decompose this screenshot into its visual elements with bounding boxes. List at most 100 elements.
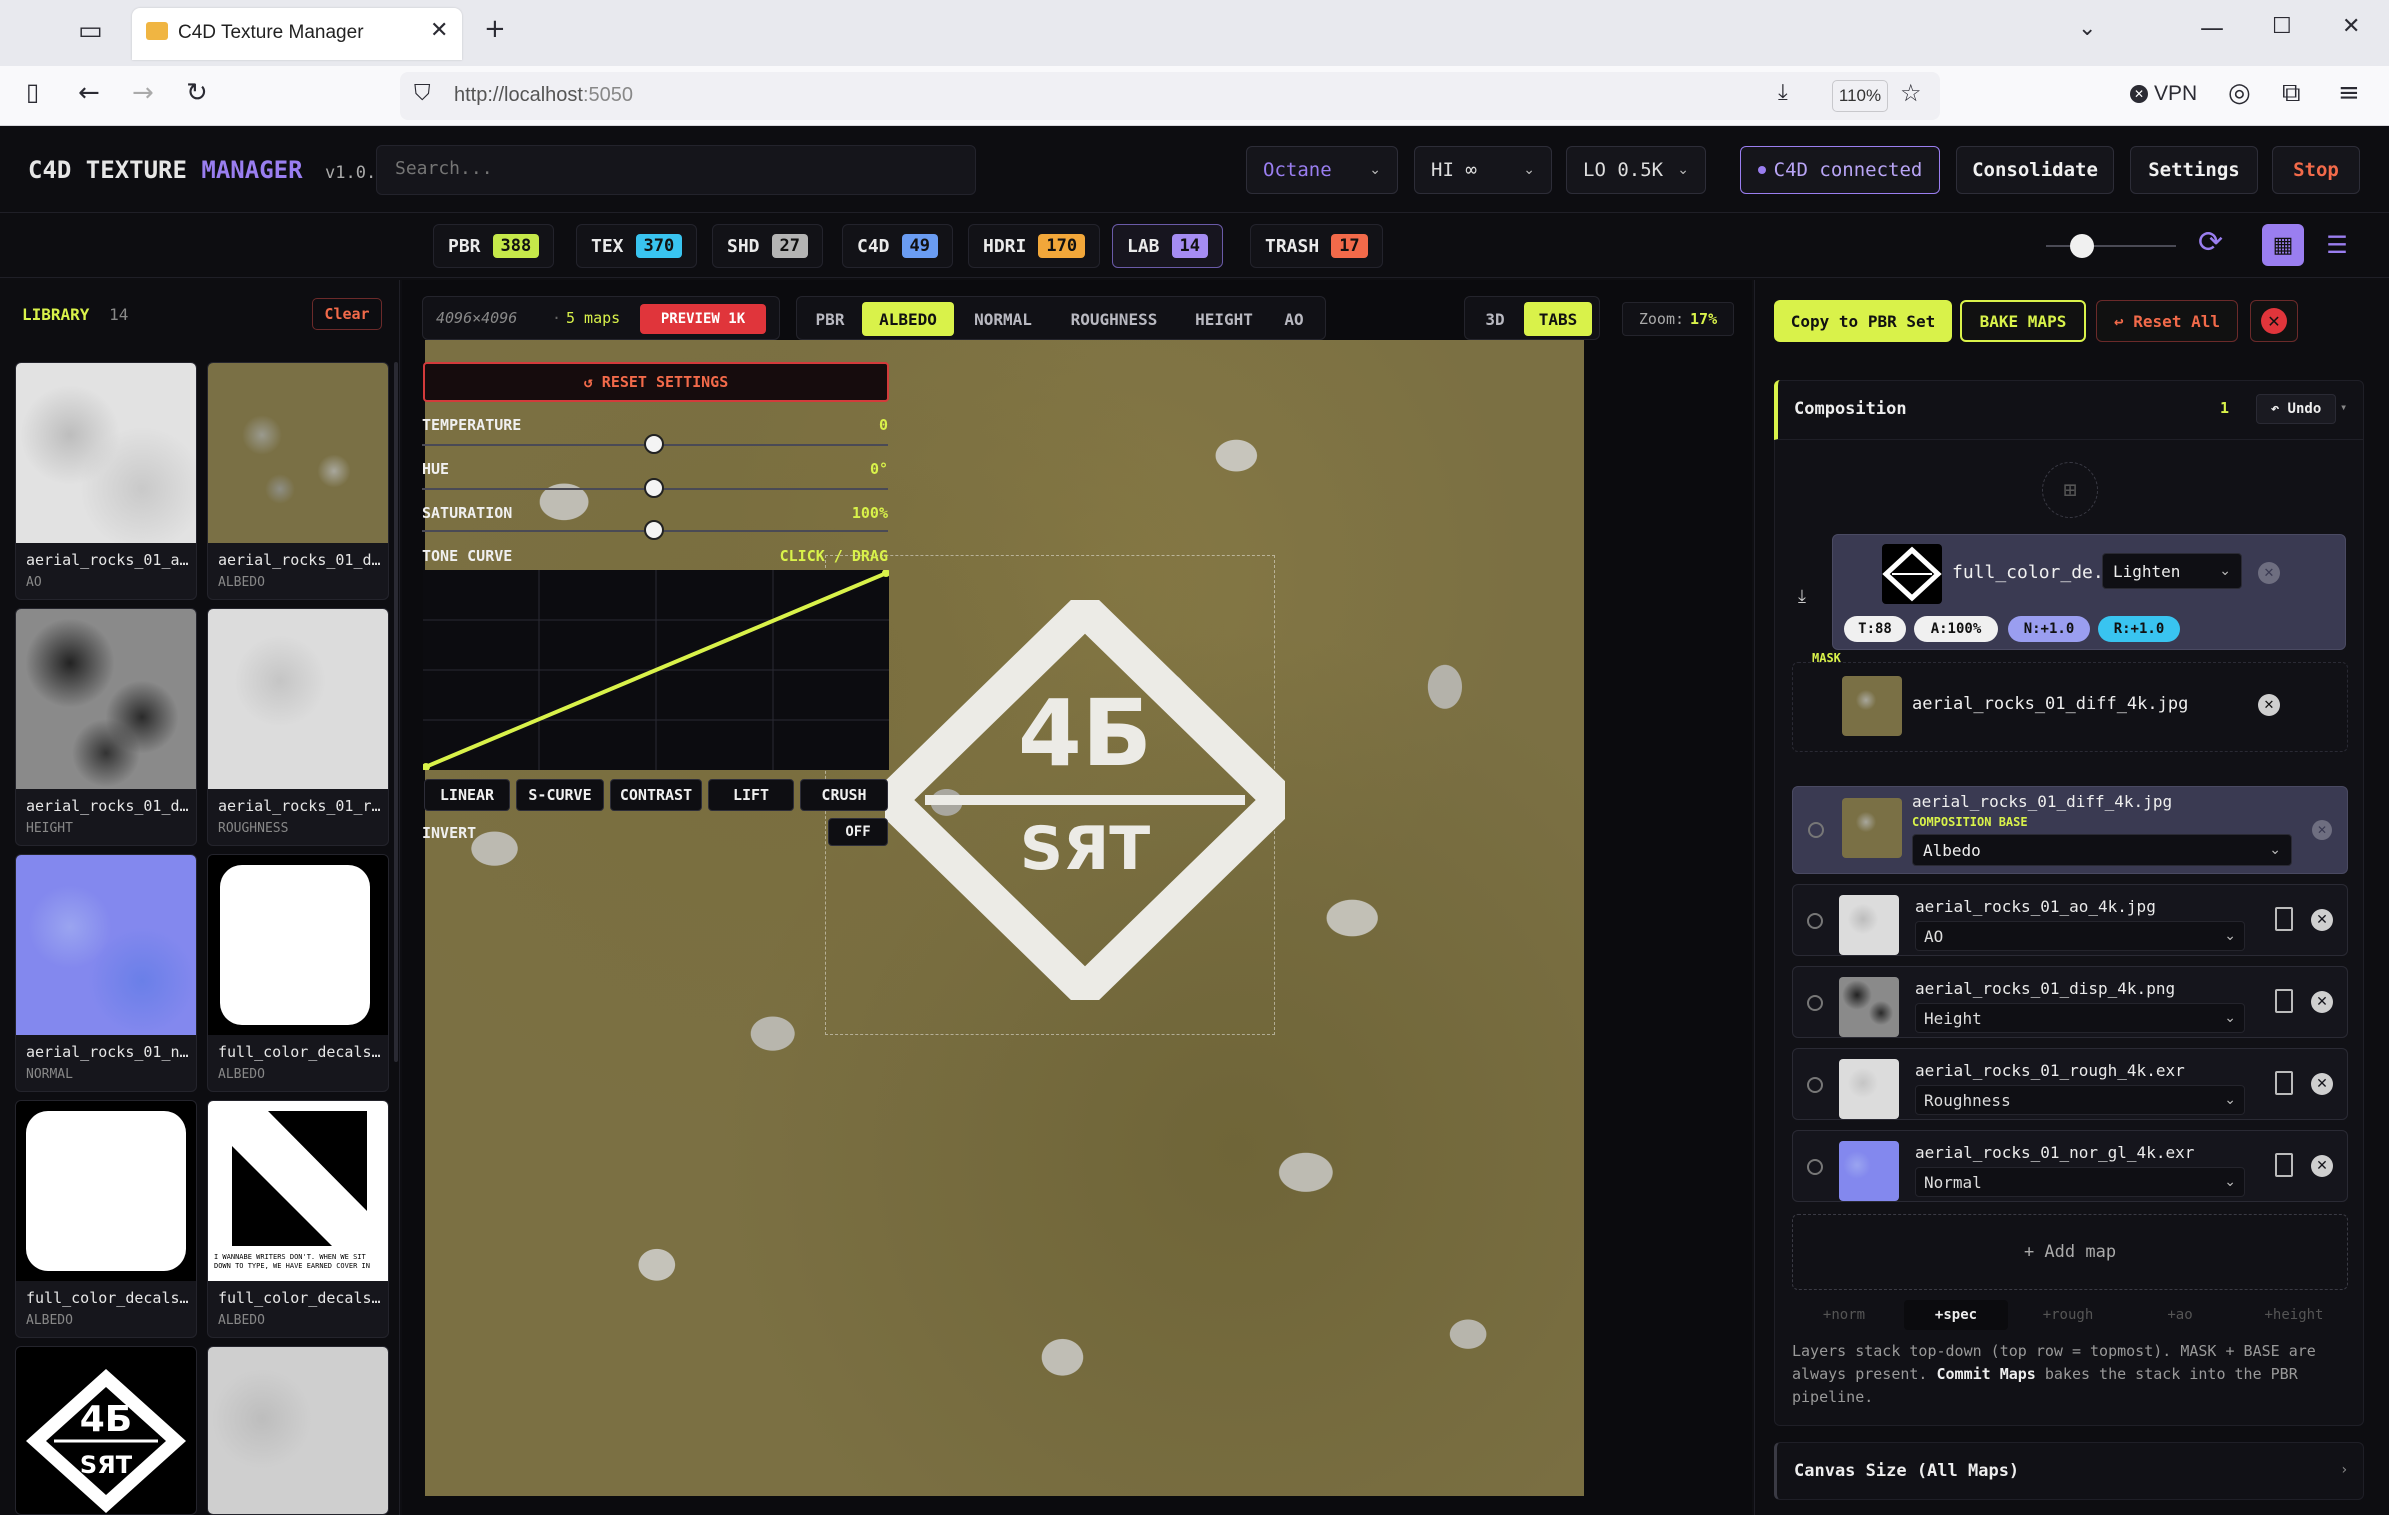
chevron-right-icon[interactable]: › xyxy=(2340,1462,2348,1478)
reset-all-button[interactable]: ↩ Reset All xyxy=(2096,300,2238,342)
tab-height-channel[interactable]: HEIGHT xyxy=(1184,302,1264,336)
clear-button[interactable]: Clear xyxy=(312,298,382,330)
layer-type-select[interactable]: Roughness ⌄ xyxy=(1915,1085,2245,1115)
reload-icon[interactable]: ↻ xyxy=(186,80,208,106)
list-item[interactable]: aerial_rocks_01_r... ROUGHNESS xyxy=(207,608,389,846)
thumb-size-slider[interactable] xyxy=(2046,245,2176,247)
map-layer-row[interactable]: aerial_rocks_01_rough_4k.exr Roughness ⌄ … xyxy=(1792,1048,2348,1120)
layer-type-select[interactable]: AO ⌄ xyxy=(1915,921,2245,951)
refresh-icon[interactable]: ⟳ xyxy=(2198,228,2223,258)
slider-knob[interactable] xyxy=(2070,234,2094,258)
hi-res-select[interactable]: HI ∞ ⌄ xyxy=(1414,146,1552,194)
list-item[interactable]: full_color_decals... ALBEDO xyxy=(15,1100,197,1338)
sidebar-icon[interactable]: ▯ xyxy=(26,80,39,104)
chevron-down-icon[interactable]: ⌄ xyxy=(2078,18,2096,40)
download-icon[interactable]: ⤓ xyxy=(1778,82,1788,104)
duplicate-icon[interactable] xyxy=(2275,1153,2293,1177)
map-layer-row[interactable]: aerial_rocks_01_nor_gl_4k.exr Normal ⌄ ✕ xyxy=(1792,1130,2348,1202)
list-item[interactable]: I WANNABE WRITERS DON'T. WHEN WE SIT DOW… xyxy=(207,1100,389,1338)
preset-linear-button[interactable]: LINEAR xyxy=(424,779,510,811)
remove-layer-icon[interactable]: ✕ xyxy=(2311,1155,2333,1177)
star-icon[interactable]: ☆ xyxy=(1900,81,1922,105)
library-scrollbar[interactable] xyxy=(394,362,398,1062)
list-item[interactable] xyxy=(207,1346,389,1515)
list-item[interactable]: aerial_rocks_01_d... ALBEDO xyxy=(207,362,389,600)
search-input[interactable] xyxy=(395,158,955,179)
alpha-pill[interactable]: A:100% xyxy=(1914,616,1998,642)
reset-settings-button[interactable]: ↺ RESET SETTINGS xyxy=(423,362,889,402)
add-height-chip[interactable]: +height xyxy=(2240,1300,2348,1330)
texture-canvas[interactable]: 4Б SЯT xyxy=(425,340,1584,1496)
remove-layer-icon[interactable]: ✕ xyxy=(2258,562,2280,584)
account-icon[interactable]: ◎ xyxy=(2228,80,2251,106)
tone-curve-editor[interactable] xyxy=(423,570,889,770)
preview-1k-button[interactable]: PREVIEW 1K xyxy=(640,304,766,334)
view-3d-button[interactable]: 3D xyxy=(1472,302,1518,336)
base-type-select[interactable]: Albedo ⌄ xyxy=(1912,834,2292,866)
close-panel-button[interactable]: ✕ xyxy=(2250,300,2298,342)
tab-list-icon[interactable]: ▭ xyxy=(78,18,103,44)
tab-c4d[interactable]: C4D 49 xyxy=(842,224,953,268)
new-tab-icon[interactable]: + xyxy=(484,16,506,42)
saturation-knob[interactable] xyxy=(644,520,664,540)
zoom-level[interactable]: 110% xyxy=(1832,80,1888,112)
list-item[interactable]: full_color_decals... ALBEDO xyxy=(207,854,389,1092)
search-box[interactable] xyxy=(376,145,976,195)
list-view-icon[interactable]: ☰ xyxy=(2316,224,2358,266)
duplicate-icon[interactable] xyxy=(2275,989,2293,1013)
duplicate-icon[interactable] xyxy=(2275,907,2293,931)
tab-trash[interactable]: TRASH 17 xyxy=(1250,224,1383,268)
transparency-pill[interactable]: T:88 xyxy=(1844,616,1906,642)
duplicate-icon[interactable] xyxy=(2275,1071,2293,1095)
tab-albedo-channel[interactable]: ALBEDO xyxy=(862,302,954,336)
window-close-icon[interactable]: ✕ xyxy=(2342,16,2360,38)
consolidate-button[interactable]: Consolidate xyxy=(1956,146,2114,194)
remove-mask-icon[interactable]: ✕ xyxy=(2258,694,2280,716)
lo-res-select[interactable]: LO 0.5K ⌄ xyxy=(1566,146,1706,194)
preset-crush-button[interactable]: CRUSH xyxy=(800,779,888,811)
renderer-select[interactable]: Octane ⌄ xyxy=(1246,146,1398,194)
undo-button[interactable]: ↶ Undo xyxy=(2256,394,2336,424)
layer-type-select[interactable]: Normal ⌄ xyxy=(1915,1167,2245,1197)
normal-pill[interactable]: N:+1.0 xyxy=(2008,616,2090,642)
settings-button[interactable]: Settings xyxy=(2130,146,2258,194)
c4d-status-button[interactable]: C4D connected xyxy=(1740,146,1940,194)
browser-tab[interactable]: C4D Texture Manager ✕ xyxy=(132,8,462,60)
preset-s-curve-button[interactable]: S-CURVE xyxy=(516,779,604,811)
close-tab-icon[interactable]: ✕ xyxy=(430,20,448,42)
back-icon[interactable]: ← xyxy=(78,80,100,106)
menu-icon[interactable]: ≡ xyxy=(2338,80,2360,106)
tab-lab[interactable]: LAB 14 xyxy=(1112,224,1223,268)
list-item[interactable]: aerial_rocks_01_a... AO xyxy=(15,362,197,600)
layer-radio[interactable] xyxy=(1807,913,1823,929)
tab-pbr-channel[interactable]: PBR xyxy=(806,302,854,336)
remove-base-icon[interactable]: ✕ xyxy=(2312,820,2332,840)
add-map-button[interactable]: + Add map xyxy=(1792,1214,2348,1290)
view-tabs-button[interactable]: TABS xyxy=(1524,302,1592,336)
invert-toggle[interactable]: OFF xyxy=(828,818,888,846)
preset-contrast-button[interactable]: CONTRAST xyxy=(610,779,702,811)
remove-layer-icon[interactable]: ✕ xyxy=(2311,909,2333,931)
list-item[interactable]: aerial_rocks_01_n... NORMAL xyxy=(15,854,197,1092)
map-layer-row[interactable]: aerial_rocks_01_disp_4k.png Height ⌄ ✕ xyxy=(1792,966,2348,1038)
tab-shd[interactable]: SHD 27 xyxy=(712,224,823,268)
add-spec-chip[interactable]: +spec xyxy=(1904,1300,2008,1330)
layer-radio[interactable] xyxy=(1807,995,1823,1011)
blend-mode-select[interactable]: Lighten ⌄ xyxy=(2102,553,2242,589)
maximize-icon[interactable]: ☐ xyxy=(2272,16,2292,38)
extensions-icon[interactable]: ⧉ xyxy=(2282,80,2301,106)
tab-roughness-channel[interactable]: ROUGHNESS xyxy=(1052,302,1176,336)
remove-layer-icon[interactable]: ✕ xyxy=(2311,991,2333,1013)
tab-ao-channel[interactable]: AO xyxy=(1272,302,1316,336)
layer-radio[interactable] xyxy=(1807,1159,1823,1175)
tab-tex[interactable]: TEX 370 xyxy=(576,224,698,268)
layer-radio[interactable] xyxy=(1807,1077,1823,1093)
map-layer-row[interactable]: aerial_rocks_01_ao_4k.jpg AO ⌄ ✕ xyxy=(1792,884,2348,956)
minimize-icon[interactable]: — xyxy=(2200,16,2224,40)
list-item[interactable]: 4Б SЯT xyxy=(15,1346,197,1515)
preset-lift-button[interactable]: LIFT xyxy=(708,779,794,811)
tab-normal-channel[interactable]: NORMAL xyxy=(962,302,1044,336)
add-norm-chip[interactable]: +norm xyxy=(1792,1300,1896,1330)
remove-layer-icon[interactable]: ✕ xyxy=(2311,1073,2333,1095)
tab-pbr[interactable]: PBR 388 xyxy=(433,224,555,268)
